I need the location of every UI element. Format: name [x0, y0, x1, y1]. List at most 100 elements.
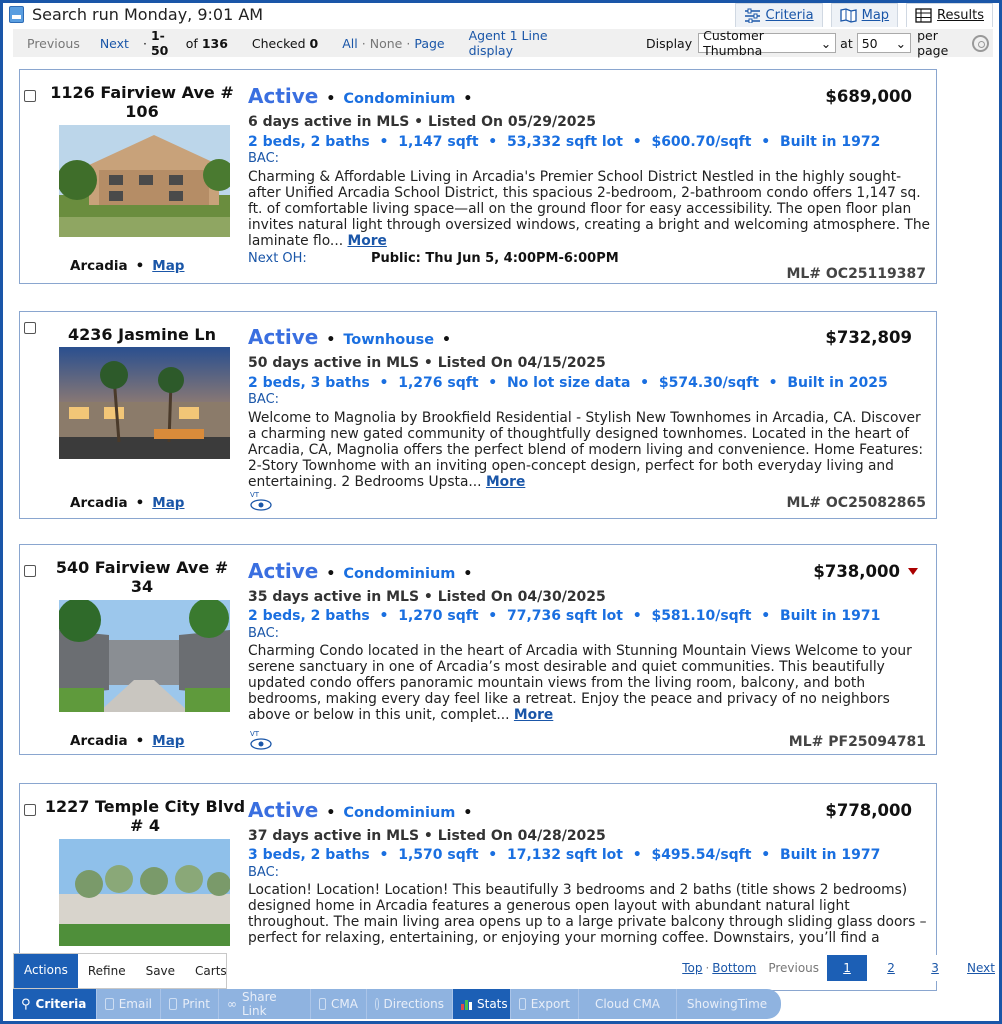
days-on-market: 50 days active in MLS [248, 355, 420, 371]
display-mode-link[interactable]: Agent 1 Line display [469, 28, 594, 58]
lot-size: 17,132 sqft lot [506, 847, 623, 863]
price-per-sqft: $581.10/sqft [651, 608, 752, 624]
directions-button-label: Directions [383, 997, 444, 1011]
condo-courtyard-photo-image [59, 600, 230, 712]
listing-status-row: Active • Condominium • [248, 559, 472, 583]
listing-price: $732,809 [825, 328, 912, 347]
separator: • [627, 847, 647, 863]
cloud-cma-button[interactable]: Cloud CMA [579, 989, 677, 1019]
separator: • [374, 847, 394, 863]
export-button[interactable]: Export [511, 989, 579, 1019]
virtual-tour-icon[interactable]: VT [248, 729, 272, 751]
more-link[interactable]: More [347, 233, 386, 249]
listing-photo[interactable] [59, 347, 230, 459]
tab-criteria[interactable]: Criteria [734, 3, 823, 27]
stats-button[interactable]: Stats [453, 989, 511, 1019]
next-link[interactable]: Next [100, 36, 129, 51]
listing-specs: 2 beds, 2 baths • 1,147 sqft • 53,332 sq… [248, 134, 880, 150]
showingtime-button[interactable]: ShowingTime [677, 989, 777, 1019]
pager-top-link[interactable]: Top [682, 961, 702, 975]
listing-photo[interactable] [59, 600, 230, 712]
listing-checkbox[interactable] [24, 565, 36, 577]
separator: • [326, 91, 336, 107]
separator: • [463, 91, 473, 107]
listing-checkbox[interactable] [24, 322, 36, 334]
listing-photo[interactable] [59, 839, 230, 946]
lot-size: No lot size data [506, 375, 631, 391]
tab-refine[interactable]: Refine [78, 964, 136, 988]
listing-address[interactable]: 540 Fairview Ave # 34 [42, 558, 242, 596]
tab-save[interactable]: Save [136, 964, 185, 988]
year-built: Built in 2025 [787, 375, 888, 391]
previous-link[interactable]: Previous [27, 36, 80, 51]
beds-baths: 2 beds, 3 baths [248, 375, 370, 391]
directions-button[interactable]: Directions [367, 989, 453, 1019]
listing-description: Location! Location! Location! This beaut… [248, 882, 927, 946]
listing-checkbox[interactable] [24, 90, 36, 102]
pager-next[interactable]: Next [967, 961, 995, 975]
separator: • [627, 134, 647, 150]
pager-page-1[interactable]: 1 [827, 955, 868, 981]
listing-photo[interactable] [59, 125, 230, 237]
pager-page-3[interactable]: 3 [915, 961, 955, 975]
listing-city-row: Arcadia • Map [70, 495, 184, 511]
results-window: Search run Monday, 9:01 AM Criteria Map … [0, 0, 1002, 1024]
separator: • [135, 495, 145, 511]
listing-map-link[interactable]: Map [152, 495, 184, 511]
listing-map-link[interactable]: Map [152, 258, 184, 274]
export-icon [519, 998, 526, 1010]
listing-address[interactable]: 4236 Jasmine Ln [42, 325, 242, 344]
listing-meta: 50 days active in MLS • Listed On 04/15/… [248, 355, 606, 371]
pager-page-2[interactable]: 2 [871, 961, 911, 975]
select-all-link[interactable]: All [342, 36, 358, 51]
listing-status-row: Active • Townhouse • [248, 325, 451, 349]
listing-status: Active [248, 559, 319, 583]
pager-previous[interactable]: Previous [768, 961, 819, 975]
pager-bottom-link[interactable]: Bottom [712, 961, 756, 975]
lot-size: 53,332 sqft lot [506, 134, 623, 150]
tab-results[interactable]: Results [906, 3, 993, 27]
listing-map-link[interactable]: Map [152, 733, 184, 749]
separator: · [705, 961, 710, 975]
separator: • [463, 805, 473, 821]
per-page-select[interactable]: 50 ⌄ [856, 33, 912, 53]
separator: • [483, 134, 503, 150]
cma-button[interactable]: CMA [311, 989, 367, 1019]
display-select[interactable]: Customer Thumbna ⌄ [698, 28, 837, 58]
listing-checkbox[interactable] [24, 804, 36, 816]
share-link-button-label: Share Link [242, 990, 277, 1018]
share-link-button[interactable]: ∞ Share Link [219, 989, 311, 1019]
listing-address[interactable]: 1227 Temple City Blvd # 4 [40, 797, 250, 835]
price-per-sqft: $495.54/sqft [651, 847, 752, 863]
email-button[interactable]: Email [97, 989, 161, 1019]
print-button[interactable]: Print [161, 989, 219, 1019]
separator: • [414, 114, 428, 130]
listing-card: 540 Fairview Ave # 34 Arcadia • Map Acti… [19, 544, 937, 755]
display-select-value: Customer Thumbna [703, 28, 764, 58]
gear-icon[interactable] [972, 34, 990, 52]
envelope-icon [105, 998, 114, 1010]
checked-count: 0 [309, 35, 319, 51]
price-per-sqft: $600.70/sqft [651, 134, 752, 150]
more-link[interactable]: More [486, 474, 525, 490]
separator: • [483, 375, 503, 391]
tab-carts[interactable]: Carts [185, 964, 237, 988]
criteria-button[interactable]: ⚲ Criteria [13, 989, 97, 1019]
listing-description-block: Charming & Affordable Living in Arcadia'… [248, 169, 932, 249]
tab-map[interactable]: Map [830, 3, 899, 27]
pagination: Top · Bottom Previous 1 2 3 Next [678, 955, 995, 981]
select-none-link[interactable]: None [370, 36, 403, 51]
listing-address[interactable]: 1126 Fairview Ave # 106 [42, 83, 242, 121]
condo-exterior-photo-image [59, 839, 230, 946]
stats-button-label: Stats [477, 997, 508, 1011]
result-total: 136 [201, 35, 228, 51]
document-icon [319, 998, 327, 1010]
more-link[interactable]: More [514, 707, 553, 723]
per-page-value: 50 [861, 35, 878, 51]
listing-city: Arcadia [70, 733, 128, 749]
virtual-tour-icon[interactable]: VT [248, 490, 272, 512]
days-on-market: 6 days active in MLS [248, 114, 410, 130]
tab-actions[interactable]: Actions [14, 954, 78, 988]
select-page-link[interactable]: Page [414, 36, 444, 51]
listing-specs: 2 beds, 2 baths • 1,270 sqft • 77,736 sq… [248, 608, 880, 624]
